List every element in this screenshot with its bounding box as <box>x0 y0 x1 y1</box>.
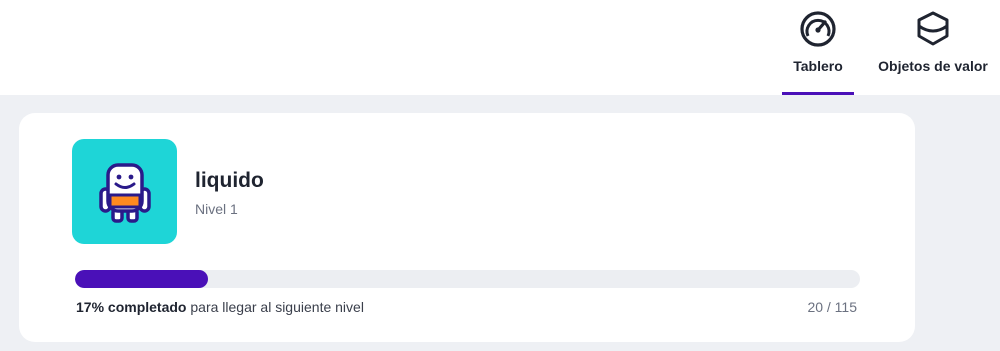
level-label: Nivel 1 <box>195 201 238 217</box>
tab-dashboard[interactable]: Tablero <box>780 0 856 95</box>
progress-rest-text: para llegar al siguiente nivel <box>186 299 364 315</box>
level-progress-bar <box>75 270 860 288</box>
tab-valuables-label: Objetos de valor <box>878 58 988 74</box>
level-progress-fill <box>75 270 209 288</box>
progress-percent: 17% completado <box>76 299 187 315</box>
top-navigation: Tablero Objetos de valor <box>0 0 1000 95</box>
profile-card: liquido Nivel 1 17% completado para lleg… <box>19 113 915 342</box>
gem-icon <box>911 10 955 48</box>
robot-avatar-icon <box>72 139 177 244</box>
active-tab-indicator <box>782 92 854 95</box>
username: liquido <box>195 169 264 192</box>
progress-count: 20 / 115 <box>807 299 857 315</box>
tab-dashboard-label: Tablero <box>793 58 843 74</box>
tab-valuables[interactable]: Objetos de valor <box>866 0 1000 95</box>
speedometer-icon <box>796 10 840 48</box>
progress-description: 17% completado para llegar al siguiente … <box>76 299 364 315</box>
